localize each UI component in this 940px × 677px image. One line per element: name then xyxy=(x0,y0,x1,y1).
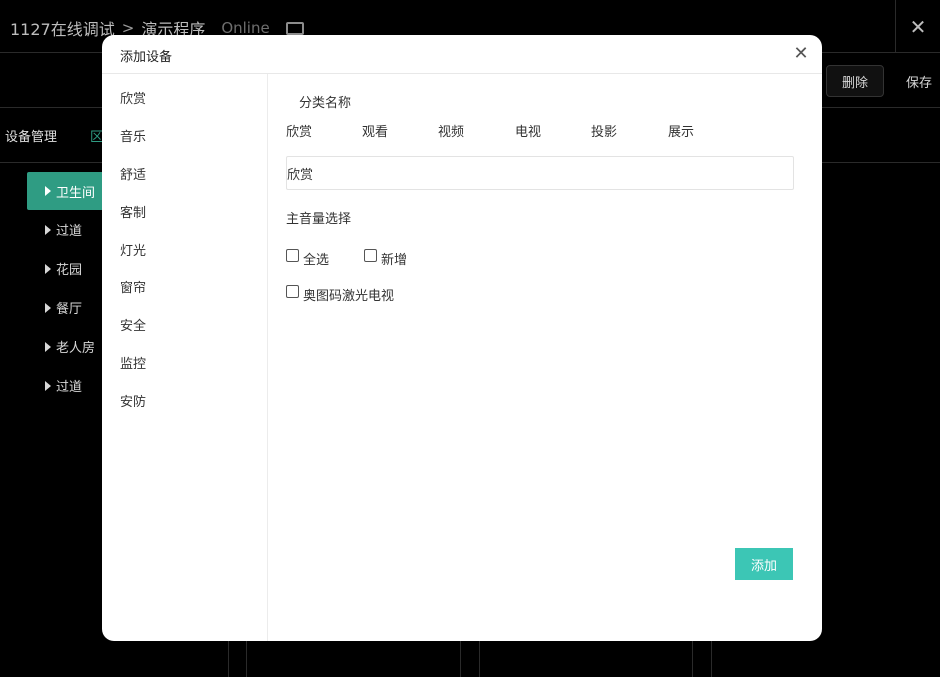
checkbox-label: 全选 xyxy=(303,253,330,268)
select-all-checkbox[interactable]: 全选 xyxy=(286,249,329,268)
tree-item-elder-room[interactable]: 老人房 xyxy=(27,327,107,366)
caret-right-icon xyxy=(45,186,51,196)
tree-item-label: 老人房 xyxy=(56,341,96,356)
save-button[interactable]: 保存 xyxy=(898,65,940,97)
delete-button[interactable]: 删除 xyxy=(826,65,884,97)
tree-item-hallway[interactable]: 过道 xyxy=(27,210,107,249)
master-volume-label: 主音量选择 xyxy=(286,212,352,227)
column-divider xyxy=(692,640,693,677)
checkbox-label: 新增 xyxy=(381,253,408,268)
close-icon[interactable]: ✕ xyxy=(792,43,810,65)
category-option[interactable]: 展示 xyxy=(668,121,694,140)
sidebar-item-appreciate[interactable]: 欣赏 xyxy=(120,88,146,107)
tree-item-label: 过道 xyxy=(56,224,83,239)
sidebar-item-safety[interactable]: 安全 xyxy=(120,315,146,334)
sidebar-item-custom[interactable]: 客制 xyxy=(120,202,146,221)
breadcrumb-project[interactable]: 1127在线调试 xyxy=(10,16,115,40)
tree-item-bathroom[interactable]: 卫生间 xyxy=(27,172,107,210)
column-divider xyxy=(460,640,461,677)
add-new-checkbox[interactable]: 新增 xyxy=(364,249,407,268)
sidebar-item-comfort[interactable]: 舒适 xyxy=(120,164,146,183)
caret-right-icon xyxy=(45,380,51,391)
room-tree: 卫生间 过道 花园 餐厅 老人房 过道 xyxy=(27,172,107,405)
add-button[interactable]: 添加 xyxy=(735,548,793,580)
tree-item-label: 餐厅 xyxy=(56,302,83,317)
tree-item-garden[interactable]: 花园 xyxy=(27,249,107,288)
checkbox-icon[interactable] xyxy=(364,249,377,262)
sidebar-item-security[interactable]: 安防 xyxy=(120,391,146,410)
caret-right-icon xyxy=(45,341,51,352)
dialog-title: 添加设备 xyxy=(120,50,173,65)
checkbox-icon[interactable] xyxy=(286,249,299,262)
category-option[interactable]: 电视 xyxy=(515,121,541,140)
dialog-category-sidebar: 欣赏 音乐 舒适 客制 灯光 窗帘 安全 监控 安防 xyxy=(102,74,268,641)
category-option[interactable]: 欣赏 xyxy=(286,121,312,140)
caret-right-icon xyxy=(45,224,51,235)
column-divider xyxy=(246,640,247,677)
tab-device-management[interactable]: 设备管理 xyxy=(5,126,57,145)
sidebar-item-lighting[interactable]: 灯光 xyxy=(120,240,146,259)
category-name-label: 分类名称 xyxy=(299,96,352,111)
tree-item-label: 卫生间 xyxy=(56,185,96,201)
tree-item-label: 过道 xyxy=(56,380,83,395)
sidebar-item-monitoring[interactable]: 监控 xyxy=(120,353,146,372)
checkbox-icon[interactable] xyxy=(286,285,299,298)
tree-item-hallway-2[interactable]: 过道 xyxy=(27,366,107,405)
category-option[interactable]: 投影 xyxy=(591,121,617,140)
category-option[interactable]: 观看 xyxy=(362,121,388,140)
close-icon[interactable]: ✕ xyxy=(895,0,940,53)
dialog-header: 添加设备 ✕ xyxy=(102,35,822,74)
sidebar-item-music[interactable]: 音乐 xyxy=(120,126,146,145)
column-divider xyxy=(711,640,712,677)
monitor-icon[interactable] xyxy=(285,21,304,39)
sidebar-item-curtain[interactable]: 窗帘 xyxy=(120,277,146,296)
category-name-input[interactable] xyxy=(286,156,794,190)
tree-item-dining[interactable]: 餐厅 xyxy=(27,288,107,327)
caret-right-icon xyxy=(45,302,51,313)
column-divider xyxy=(228,640,229,677)
checkbox-label: 奥图码激光电视 xyxy=(303,289,395,304)
device-checkbox[interactable]: 奥图码激光电视 xyxy=(286,285,394,304)
caret-right-icon xyxy=(45,263,51,274)
add-device-dialog: 添加设备 ✕ 欣赏 音乐 舒适 客制 灯光 窗帘 安全 监控 安防 分类名称 欣… xyxy=(102,35,822,641)
tree-item-label: 花园 xyxy=(56,263,83,278)
column-divider xyxy=(479,640,480,677)
category-option[interactable]: 视频 xyxy=(438,121,464,140)
